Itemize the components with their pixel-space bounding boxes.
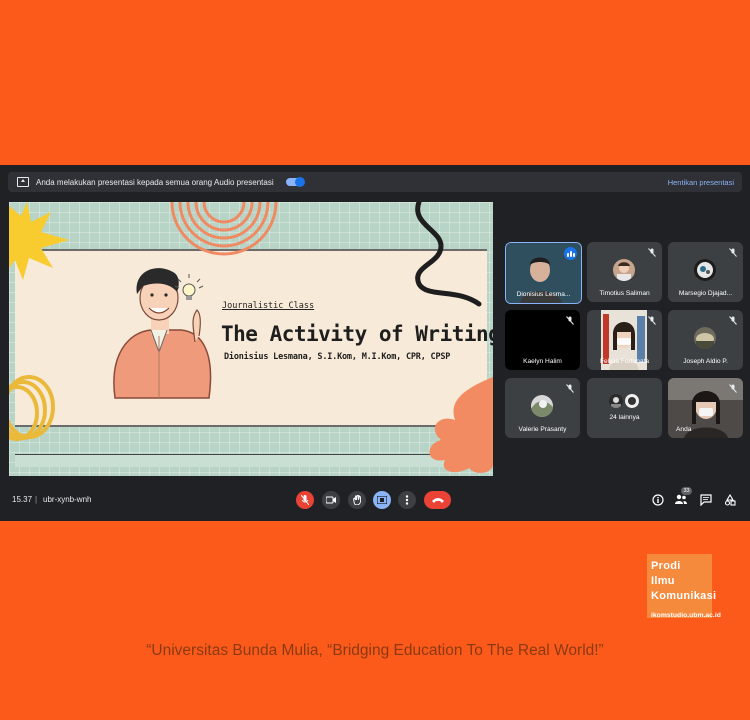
brand-logo: Prodi Ilmu Komunikasi: [647, 554, 716, 618]
end-call-icon: [431, 498, 444, 503]
stop-presenting-button[interactable]: Hentikan presentasi: [668, 178, 734, 187]
participant-name: Joseph Aldio P.: [683, 358, 728, 365]
brand-line-2: Ilmu: [651, 575, 675, 587]
participant-tile[interactable]: Kaelyn Halim: [505, 310, 580, 370]
participant-tile-self[interactable]: Anda: [668, 378, 743, 438]
present-screen-icon: [377, 496, 387, 504]
present-screen-icon: [17, 177, 29, 187]
camera-toggle-button[interactable]: [322, 491, 340, 509]
present-now-button[interactable]: [373, 491, 391, 509]
participant-tile[interactable]: Joseph Aldio P.: [668, 310, 743, 370]
audio-presentation-toggle[interactable]: [286, 177, 305, 187]
meeting-clock: 15.37: [12, 495, 33, 504]
more-participants-label: 24 lainnya: [609, 414, 640, 421]
participant-name: Marsegio Djajad...: [678, 290, 733, 297]
brand-line-1: Prodi: [651, 560, 681, 572]
mic-off-icon: [729, 248, 737, 257]
avatar: [531, 395, 553, 417]
leaf-decoration: [429, 377, 493, 473]
mic-off-icon: [729, 384, 737, 393]
brand-url: ikomstudio.ubm.ac.id: [651, 612, 721, 619]
sunburst-decoration: [9, 202, 69, 280]
meet-window: Anda melakukan presentasi kepada semua o…: [0, 165, 750, 521]
raise-hand-button[interactable]: [348, 491, 366, 509]
brand-line-3: Komunikasi: [651, 590, 717, 602]
slide-class-label: Journalistic Class: [222, 301, 315, 311]
mic-off-icon: [301, 495, 309, 505]
hand-icon: [353, 495, 361, 505]
meeting-info-icon[interactable]: [652, 494, 664, 506]
more-vert-icon: [405, 495, 409, 505]
more-options-button[interactable]: [398, 491, 416, 509]
presentation-slide: Journalistic Class The Activity of Writi…: [9, 202, 493, 476]
participant-name: Anda: [676, 426, 692, 433]
participant-tile[interactable]: Valerie Prasanty: [505, 378, 580, 438]
participant-name: Dionisius Lesma...: [516, 291, 571, 298]
avatar: [694, 259, 716, 281]
mic-off-icon: [566, 316, 574, 325]
toolbar-separator: |: [35, 495, 38, 504]
avatar: [613, 259, 635, 281]
concentric-arcs-decoration: [170, 202, 278, 256]
activities-icon[interactable]: [724, 494, 736, 506]
mic-off-icon: [648, 248, 656, 257]
speaking-indicator-icon: [564, 247, 577, 260]
rings-decoration: [9, 375, 55, 441]
participant-name: Timotius Saliman: [599, 290, 650, 297]
mic-off-icon: [648, 316, 656, 325]
participant-tile-more[interactable]: 24 lainnya: [587, 378, 662, 438]
leave-call-button[interactable]: [424, 491, 451, 509]
participant-name: Valerie Prasanty: [518, 426, 567, 433]
participant-tile[interactable]: Marsegio Djajad...: [668, 242, 743, 302]
chat-icon[interactable]: [700, 494, 712, 506]
participant-tile[interactable]: Timotius Saliman: [587, 242, 662, 302]
mic-off-icon: [566, 384, 574, 393]
meeting-code: ubr-xynb-wnh: [43, 495, 92, 504]
participant-name: Felisia Fortunata: [599, 358, 650, 365]
mic-toggle-button[interactable]: [296, 491, 314, 509]
camera-icon: [326, 496, 336, 504]
avatar: [694, 327, 716, 349]
lightbulb-icon: [174, 274, 204, 300]
participant-name: Kaelyn Halim: [523, 358, 562, 365]
slide-title: The Activity of Writing: [221, 322, 493, 346]
audio-presentation-label: Audio presentasi: [214, 178, 274, 187]
avatar: [625, 394, 639, 408]
presenting-status-text: Anda melakukan presentasi kepada semua o…: [36, 178, 213, 187]
character-illustration: [113, 268, 212, 399]
participant-tile[interactable]: Felisia Fortunata: [587, 310, 662, 370]
avatar: [609, 394, 623, 408]
people-button[interactable]: 33: [672, 487, 692, 507]
participant-count-badge: 33: [681, 487, 692, 495]
squiggle-decoration: [415, 202, 482, 307]
participant-tile[interactable]: Dionisius Lesma...: [505, 242, 582, 304]
slide-author: Dionisius Lesmana, S.I.Kom, M.I.Kom, CPR…: [224, 352, 451, 362]
tagline: “Universitas Bunda Mulia, “Bridging Educ…: [146, 642, 604, 659]
mic-off-icon: [729, 316, 737, 325]
toggle-check-icon: [295, 177, 305, 187]
people-icon: [675, 494, 687, 504]
presentation-banner: Anda melakukan presentasi kepada semua o…: [8, 172, 742, 192]
